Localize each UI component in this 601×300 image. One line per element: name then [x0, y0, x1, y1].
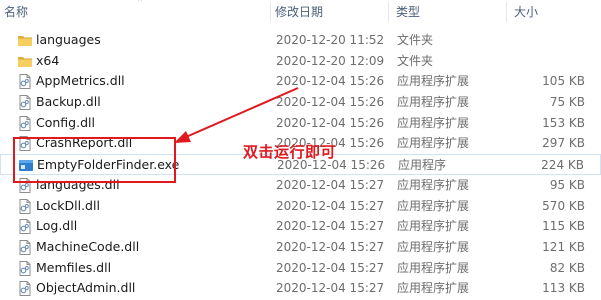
file-name: EmptyFolderFinder.exe — [37, 157, 180, 173]
file-row[interactable]: languages 2020-12-20 11:52 文件夹 — [0, 30, 601, 51]
file-modified-date: 2020-12-04 15:27 — [276, 177, 385, 192]
file-type: 应用程序扩展 — [397, 198, 470, 213]
column-header-type-label: 类型 — [396, 5, 421, 19]
file-name: languages.dll — [36, 176, 120, 192]
file-size: 570 KB — [542, 198, 585, 213]
dll-file-icon — [17, 136, 33, 152]
file-modified-date: 2020-12-04 15:27 — [276, 219, 385, 234]
file-modified-date: 2020-12-04 15:27 — [276, 198, 385, 213]
file-modified-date: 2020-12-04 15:26 — [276, 74, 385, 89]
dll-file-icon — [17, 177, 33, 193]
file-name: LockDll.dll — [36, 197, 100, 213]
column-header-size[interactable]: 大小 — [510, 0, 600, 24]
file-modified-date: 2020-12-04 15:26 — [276, 115, 385, 130]
column-divider[interactable] — [388, 2, 389, 22]
dll-file-icon — [17, 74, 33, 90]
file-row[interactable]: Config.dll 2020-12-04 15:26 应用程序扩展 153 KB — [0, 113, 601, 134]
file-type: 文件夹 — [397, 53, 434, 68]
file-size: 75 KB — [549, 95, 585, 110]
file-row[interactable]: languages.dll 2020-12-04 15:27 应用程序扩展 95 KB — [0, 175, 601, 196]
dll-file-icon — [17, 198, 33, 214]
file-type: 应用程序扩展 — [397, 115, 470, 130]
file-size: 121 KB — [542, 239, 585, 254]
file-type: 应用程序扩展 — [397, 136, 470, 151]
file-size: 113 KB — [542, 281, 585, 296]
folder-icon — [17, 33, 33, 48]
file-name: x64 — [36, 52, 60, 68]
column-header-name-label: 名称 — [4, 5, 29, 19]
file-name: AppMetrics.dll — [36, 73, 125, 89]
file-modified-date: 2020-12-04 15:27 — [276, 260, 385, 275]
file-type: 应用程序扩展 — [397, 239, 470, 254]
file-row[interactable]: AppMetrics.dll 2020-12-04 15:26 应用程序扩展 105 … — [0, 71, 601, 92]
file-row[interactable]: MachineCode.dll 2020-12-04 15:27 应用程序扩展 121… — [0, 237, 601, 258]
file-name: Log.dll — [36, 218, 78, 234]
sort-up-arrow-icon: ⌃ — [136, 0, 144, 8]
exe-app-icon — [18, 158, 34, 173]
file-modified-date: 2020-12-20 11:52 — [276, 33, 385, 47]
column-header-date[interactable]: 修改日期 — [271, 0, 387, 24]
file-type: 应用程序扩展 — [397, 95, 470, 110]
file-row[interactable]: Backup.dll 2020-12-04 15:26 应用程序扩展 75 KB — [0, 92, 601, 113]
file-row[interactable]: LockDll.dll 2020-12-04 15:27 应用程序扩展 570 KB — [0, 196, 601, 217]
file-type: 应用程序扩展 — [397, 281, 470, 296]
file-size: 297 KB — [542, 136, 585, 151]
file-modified-date: 2020-12-20 12:09 — [276, 53, 385, 68]
file-type: 应用程序扩展 — [397, 177, 470, 192]
annotation-text: 双击运行即可 — [243, 143, 337, 161]
file-name: CrashReport.dll — [36, 135, 133, 151]
file-name: Backup.dll — [36, 94, 101, 110]
dll-file-icon — [17, 219, 33, 235]
file-type: 应用程序扩展 — [397, 219, 470, 234]
column-header-type[interactable]: 类型 — [392, 0, 502, 24]
file-row[interactable]: Log.dll 2020-12-04 15:27 应用程序扩展 115 KB — [0, 216, 601, 237]
column-header-bar: 名称 ⌃ 修改日期 类型 大小 — [0, 0, 601, 24]
file-list: languages 2020-12-20 11:52 文件夹 x64 2020-12-2… — [0, 30, 601, 299]
file-size: 224 KB — [541, 158, 584, 173]
file-modified-date: 2020-12-04 15:26 — [276, 95, 385, 110]
file-row[interactable]: Memfiles.dll 2020-12-04 15:27 应用程序扩展 82 KB — [0, 258, 601, 279]
dll-file-icon — [17, 95, 33, 111]
dll-file-icon — [17, 281, 33, 297]
file-size: 82 KB — [549, 260, 585, 275]
file-type: 应用程序扩展 — [397, 74, 470, 89]
file-name: ObjectAdmin.dll — [36, 280, 136, 296]
dll-file-icon — [17, 115, 33, 131]
file-size: 95 KB — [549, 177, 585, 192]
file-name: languages — [36, 32, 101, 47]
column-header-size-label: 大小 — [514, 5, 539, 19]
file-size: 115 KB — [542, 219, 585, 234]
file-row[interactable]: x64 2020-12-20 12:09 文件夹 — [0, 51, 601, 72]
dll-file-icon — [17, 239, 33, 255]
file-type: 应用程序 — [398, 158, 447, 173]
file-row[interactable]: ObjectAdmin.dll 2020-12-04 15:27 应用程序扩展 113… — [0, 278, 601, 299]
file-modified-date: 2020-12-04 15:27 — [276, 239, 385, 254]
dll-file-icon — [17, 260, 33, 276]
file-size: 153 KB — [542, 115, 585, 130]
file-size: 105 KB — [542, 74, 585, 89]
column-header-date-label: 修改日期 — [275, 5, 324, 19]
file-type: 文件夹 — [397, 33, 434, 47]
file-type: 应用程序扩展 — [397, 260, 470, 275]
file-name: Memfiles.dll — [36, 259, 112, 275]
file-name: MachineCode.dll — [36, 238, 140, 254]
column-header-name[interactable]: 名称 ⌃ — [0, 0, 270, 24]
folder-icon — [17, 54, 33, 69]
file-name: Config.dll — [36, 114, 95, 130]
file-modified-date: 2020-12-04 15:27 — [276, 281, 385, 296]
column-divider[interactable] — [506, 2, 507, 22]
